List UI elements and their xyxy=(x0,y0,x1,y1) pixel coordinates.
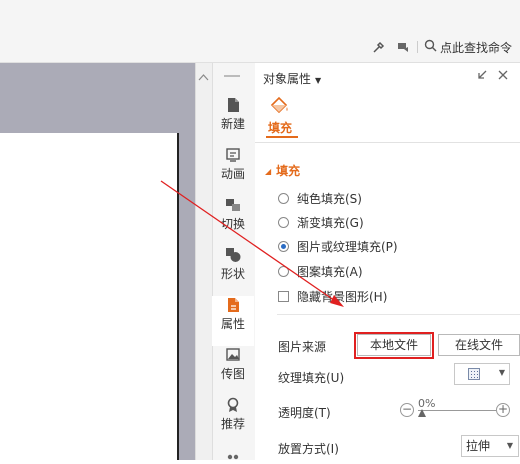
panel-title-menu[interactable]: 对象属性 ▼ xyxy=(263,70,321,87)
radio-label: 纯色填充(S) xyxy=(297,191,362,206)
radio-button[interactable] xyxy=(278,216,289,228)
chevron-down-icon: ▼ xyxy=(315,76,322,85)
transparency-slider[interactable] xyxy=(418,410,496,411)
annotation-highlight-box xyxy=(354,332,434,359)
texture-swatch-icon xyxy=(468,368,480,380)
strip-item-label: 传图 xyxy=(220,367,245,381)
strip-grip-handle[interactable] xyxy=(224,75,240,77)
toolbar-separator xyxy=(417,41,418,53)
strip-item-label: 动画 xyxy=(220,167,245,181)
checkbox-label: 隐藏背景图形(H) xyxy=(297,289,388,304)
chevron-down-icon: ▼ xyxy=(506,441,513,450)
paint-bucket-icon xyxy=(268,96,290,119)
radio-label: 渐变填充(G) xyxy=(297,215,364,230)
strip-item-transition[interactable]: 切换 xyxy=(212,196,254,246)
radio-pattern-fill[interactable]: 图案填充(A) xyxy=(278,262,363,280)
section-divider xyxy=(277,314,520,315)
collapse-panel-icon[interactable] xyxy=(475,69,489,83)
share-icon[interactable] xyxy=(396,40,410,54)
radio-label: 图案填充(A) xyxy=(297,264,363,279)
strip-item-new[interactable]: 新建 xyxy=(212,96,254,146)
new-slide-icon xyxy=(225,96,241,114)
checkbox[interactable] xyxy=(278,290,289,302)
placement-label: 放置方式(I) xyxy=(278,442,339,456)
texture-fill-label: 纹理填充(U) xyxy=(278,371,345,385)
strip-item-label: 切换 xyxy=(220,217,245,231)
online-file-button[interactable]: 在线文件 xyxy=(438,334,520,356)
placement-value: 拉伸 xyxy=(466,439,491,453)
collapse-triangle-icon: ◢ xyxy=(265,167,272,176)
shape-icon xyxy=(225,246,241,264)
settings-icon[interactable] xyxy=(372,40,386,54)
panel-title: 对象属性 xyxy=(263,72,312,86)
transition-icon xyxy=(225,196,241,214)
radio-button-selected[interactable] xyxy=(278,240,289,252)
strip-item-image[interactable]: 传图 xyxy=(212,346,254,396)
radio-button[interactable] xyxy=(278,265,289,277)
strip-item-recommend[interactable]: 推荐 xyxy=(212,396,254,446)
slide-page[interactable] xyxy=(0,133,179,460)
strip-item-animation[interactable]: 动画 xyxy=(212,146,254,196)
placement-select[interactable]: 拉伸 ▼ xyxy=(461,435,519,457)
command-search[interactable]: 点此查找命令 xyxy=(424,38,512,56)
tab-fill[interactable]: 填充 xyxy=(263,96,303,140)
transparency-slider-thumb[interactable] xyxy=(418,409,426,417)
radio-gradient-fill[interactable]: 渐变填充(G) xyxy=(278,213,364,231)
animation-icon xyxy=(225,146,241,164)
decrease-transparency-button[interactable]: − xyxy=(400,403,414,417)
strip-item-shape[interactable]: 形状 xyxy=(212,246,254,296)
strip-item-label: 推荐 xyxy=(220,417,245,431)
tab-active-indicator xyxy=(266,136,298,138)
strip-item-properties[interactable]: 属性 xyxy=(212,296,254,346)
properties-icon xyxy=(225,296,241,314)
close-icon[interactable] xyxy=(496,69,510,83)
strip-item-label: 形状 xyxy=(220,267,245,281)
chevron-down-icon: ▼ xyxy=(498,368,505,377)
hide-background-checkbox[interactable]: 隐藏背景图形(H) xyxy=(278,287,387,305)
radio-solid-fill[interactable]: 纯色填充(S) xyxy=(278,189,362,207)
radio-picture-texture-fill[interactable]: 图片或纹理填充(P) xyxy=(278,237,398,255)
vertical-scrollbar[interactable] xyxy=(195,63,213,460)
image-source-label: 图片来源 xyxy=(278,340,327,354)
texture-picker-button[interactable]: ▼ xyxy=(454,363,510,385)
panel-divider xyxy=(255,142,520,143)
search-label[interactable]: 点此查找命令 xyxy=(440,39,512,56)
fill-section-header[interactable]: ◢ 填充 xyxy=(265,162,300,179)
strip-item-label: 新建 xyxy=(220,117,245,131)
strip-item-label: 属性 xyxy=(220,317,245,331)
section-title: 填充 xyxy=(276,164,301,178)
tab-fill-label: 填充 xyxy=(268,121,293,135)
radio-button[interactable] xyxy=(278,192,289,204)
increase-transparency-button[interactable]: + xyxy=(496,403,510,417)
radio-label: 图片或纹理填充(P) xyxy=(297,239,398,254)
recommend-icon xyxy=(225,396,241,414)
more-dots-icon[interactable] xyxy=(227,450,239,460)
transparency-label: 透明度(T) xyxy=(278,406,331,420)
image-upload-icon xyxy=(225,346,241,364)
search-icon xyxy=(424,39,437,55)
scroll-up-icon[interactable] xyxy=(198,70,209,81)
